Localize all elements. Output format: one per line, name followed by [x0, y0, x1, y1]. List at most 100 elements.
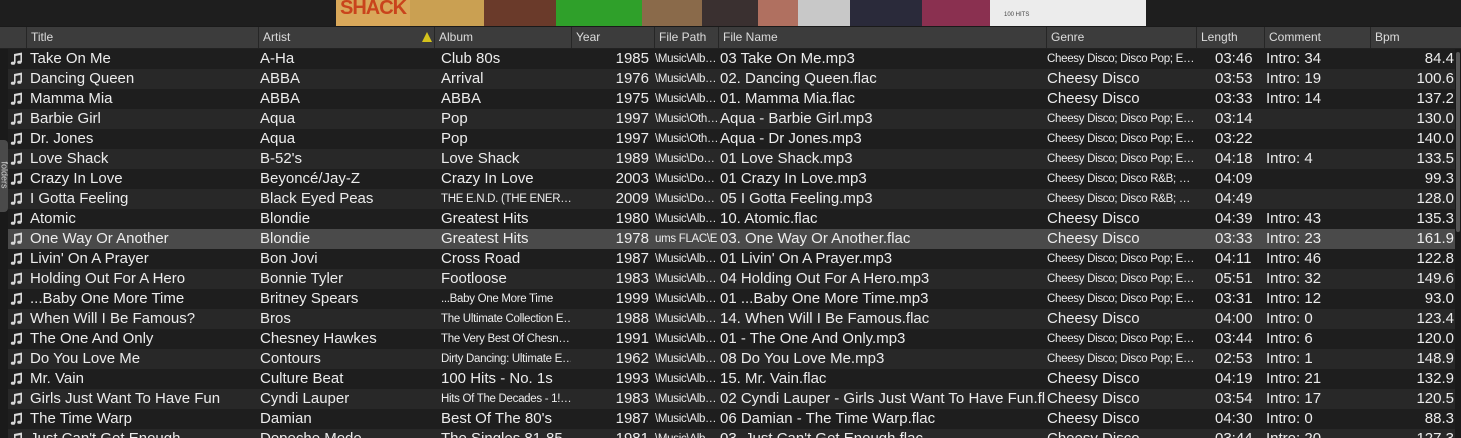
track-title-cell: One Way Or Another — [30, 230, 169, 247]
track-row[interactable]: Dancing Queen ABBA Arrival 1976 \Music\Alb… 0… — [8, 69, 1459, 89]
track-row[interactable]: Mr. Vain Culture Beat 100 Hits - No. 1s 199… — [8, 369, 1459, 389]
track-album-cell: ...Baby One More Time — [441, 293, 553, 305]
album-art-thumbnail[interactable] — [484, 0, 556, 26]
album-art-thumbnail[interactable] — [850, 0, 922, 26]
track-file-cell: 06 Damian - The Time Warp.flac — [720, 410, 936, 427]
track-genre-cell: Cheesy Disco; Disco Pop; E… — [1047, 113, 1195, 125]
track-title-cell: Livin' On A Prayer — [30, 250, 149, 267]
album-art-thumbnail[interactable] — [798, 0, 850, 26]
track-comment-cell: Intro: 4 — [1266, 150, 1313, 167]
track-title-cell: I Gotta Feeling — [30, 190, 129, 207]
track-album-cell: 100 Hits - No. 1s — [441, 370, 553, 387]
album-art-thumbnail[interactable]: 100 HITS — [990, 0, 1146, 26]
track-row[interactable]: The Time Warp Damian Best Of The 80's 1987 \… — [8, 409, 1459, 429]
album-art-thumbnail[interactable] — [702, 0, 758, 26]
track-row[interactable]: Mamma Mia ABBA ABBA 1975 \Music\Alb… 01. Mamm… — [8, 89, 1459, 109]
track-row[interactable]: Dr. Jones Aqua Pop 1997 \Music\Oth… Aqua - Dr… — [8, 129, 1459, 149]
music-note-icon — [10, 312, 24, 326]
track-title-cell: Crazy In Love — [30, 170, 123, 187]
track-row[interactable]: Barbie Girl Aqua Pop 1997 \Music\Oth… Aqua - … — [8, 109, 1459, 129]
column-header-year[interactable]: Year — [571, 27, 654, 48]
track-path-cell: \Music\Alb… — [655, 393, 717, 405]
track-length-cell: 03:53 — [1215, 70, 1253, 87]
track-row[interactable]: Take On Me A-Ha Club 80s 1985 \Music\Alb… 03 … — [8, 49, 1459, 69]
track-row[interactable]: I Gotta Feeling Black Eyed Peas THE E.N.D.… — [8, 189, 1459, 209]
track-bpm-cell: 130.0 — [1416, 110, 1454, 127]
track-comment-cell: Intro: 23 — [1266, 230, 1322, 247]
track-comment-cell — [1266, 169, 1366, 189]
track-path-cell: ums FLAC\E — [655, 233, 718, 245]
scrollbar-thumb[interactable] — [1456, 52, 1460, 232]
track-row[interactable]: Atomic Blondie Greatest Hits 1980 \Music\Alb… — [8, 209, 1459, 229]
track-row[interactable]: Crazy In Love Beyoncé/Jay-Z Crazy In Love 2… — [8, 169, 1459, 189]
track-row[interactable]: Livin' On A Prayer Bon Jovi Cross Road 1987… — [8, 249, 1459, 269]
album-art-thumbnail[interactable] — [410, 0, 484, 26]
column-header-genre[interactable]: Genre — [1046, 27, 1196, 48]
track-year-cell: 1983 — [615, 390, 649, 407]
folders-sidebar-tab[interactable]: folders — [0, 140, 8, 212]
track-length-cell: 02:53 — [1215, 350, 1253, 367]
track-year-cell: 1988 — [615, 310, 649, 327]
track-row[interactable]: Girls Just Want To Have Fun Cyndi Lauper H… — [8, 389, 1459, 409]
track-bpm-cell: 122.8 — [1416, 250, 1454, 267]
track-row[interactable]: One Way Or Another Blondie Greatest Hits 19… — [8, 229, 1459, 249]
track-path-cell: \Music\Alb… — [655, 413, 717, 425]
column-header-path[interactable]: File Path — [654, 27, 718, 48]
album-art-thumbnail[interactable]: SHACK — [336, 0, 410, 26]
track-comment-cell: Intro: 20 — [1266, 429, 1366, 438]
track-comment-cell: Intro: 19 — [1266, 70, 1322, 87]
track-bpm-cell: 120.0 — [1416, 330, 1454, 347]
column-header-title[interactable]: Title — [26, 27, 258, 48]
track-genre-cell: Cheesy Disco; Disco Pop; E… — [1047, 333, 1195, 345]
track-comment-cell: Intro: 0 — [1266, 410, 1313, 427]
track-path-cell: \Music\Alb… — [655, 73, 717, 85]
track-title-cell: Dancing Queen — [30, 70, 135, 87]
track-row[interactable]: Love Shack B-52's Love Shack 1989 \Music\Do…… — [8, 149, 1459, 169]
track-year-cell: 1983 — [615, 270, 649, 287]
track-row[interactable]: The One And Only Chesney Hawkes The Very B… — [8, 329, 1459, 349]
track-genre-cell: Cheesy Disco — [1047, 390, 1140, 407]
track-title-cell: Atomic — [30, 210, 76, 227]
track-length-cell: 04:49 — [1215, 190, 1253, 207]
track-row[interactable]: When Will I Be Famous? Bros The Ultimate C… — [8, 309, 1459, 329]
track-title-cell: The One And Only — [30, 330, 154, 347]
track-file-cell: 03. Just Can't Get Enough.flac — [720, 429, 1045, 438]
album-art-thumbnail[interactable] — [642, 0, 702, 26]
track-row[interactable]: Just Can't Get EnoughDepeche Mode The Sin… — [8, 429, 1459, 438]
track-path-cell: \Music\Alb… — [655, 373, 717, 385]
track-album-cell: Arrival — [441, 70, 484, 87]
track-year-cell: 1991 — [615, 330, 649, 347]
track-length-cell: 03:33 — [1215, 90, 1253, 107]
track-artist-cell: Britney Spears — [260, 290, 359, 307]
track-path-cell: \Music\Alb… — [655, 353, 717, 365]
track-row[interactable]: Holding Out For A Hero Bonnie Tyler Footlo… — [8, 269, 1459, 289]
column-header-album[interactable]: Album — [434, 27, 571, 48]
album-art-thumbnail[interactable] — [556, 0, 642, 26]
track-album-cell: Best Of The 80's — [441, 410, 552, 427]
track-genre-cell: Cheesy Disco — [1047, 90, 1140, 107]
track-title-cell: ...Baby One More Time — [30, 290, 185, 307]
track-year-cell: 1976 — [615, 70, 649, 87]
column-header-file[interactable]: File Name — [718, 27, 1046, 48]
track-year-cell: 2003 — [615, 170, 649, 187]
track-row[interactable]: ...Baby One More Time Britney Spears ...Ba… — [8, 289, 1459, 309]
track-album-cell: ABBA — [441, 90, 482, 107]
track-genre-cell: Cheesy Disco — [1047, 70, 1140, 87]
column-header-comment[interactable]: Comment — [1264, 27, 1370, 48]
track-row[interactable]: Do You Love Me Contours Dirty Dancing: Ult… — [8, 349, 1459, 369]
music-note-icon — [10, 252, 24, 266]
column-header-bpm[interactable]: Bpm — [1370, 27, 1461, 48]
track-comment-cell — [1266, 189, 1366, 209]
track-comment-cell: Intro: 34 — [1266, 50, 1322, 67]
track-artist-cell: Depeche Mode — [260, 429, 432, 438]
album-art-thumbnail[interactable] — [922, 0, 990, 26]
album-art-thumbnail[interactable] — [758, 0, 798, 26]
track-file-cell: 04 Holding Out For A Hero.mp3 — [720, 270, 930, 287]
track-genre-cell: Cheesy Disco — [1047, 230, 1140, 247]
track-bpm-cell: 120.5 — [1416, 390, 1454, 407]
column-header-length[interactable]: Length — [1196, 27, 1264, 48]
track-length-cell: 04:19 — [1215, 370, 1253, 387]
column-header-artist[interactable]: Artist — [258, 27, 434, 48]
track-comment-cell: Intro: 43 — [1266, 210, 1322, 227]
track-album-cell: The Ultimate Collection E… — [441, 313, 571, 325]
